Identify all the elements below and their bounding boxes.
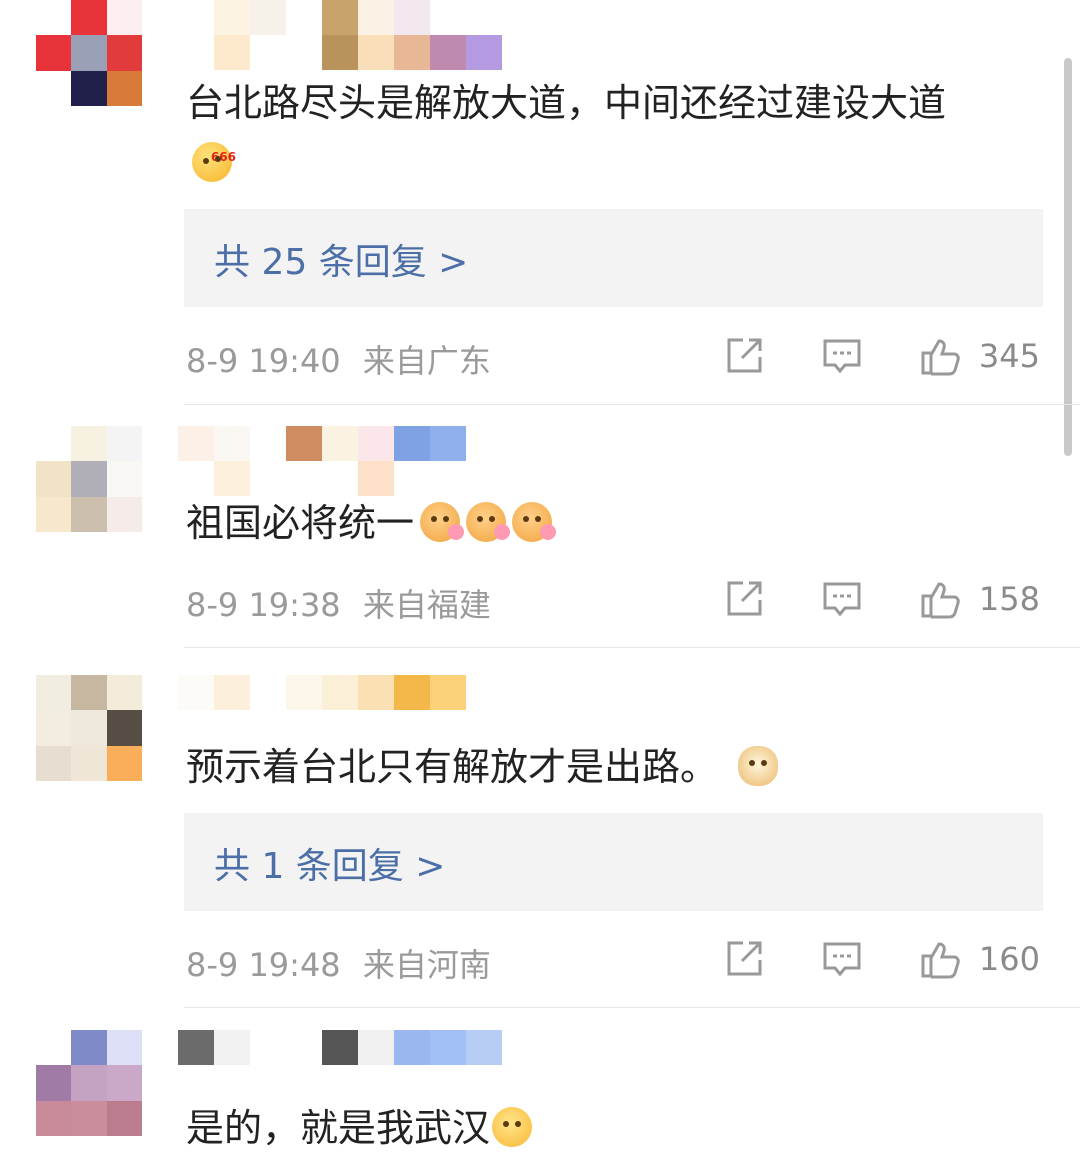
comment-time: 8-9 19:48 [186,946,341,984]
reply-summary[interactable]: 共 25 条回复 > [184,209,1043,307]
comment-emoji-row: 666 [186,138,236,188]
comment-time: 8-9 19:38 [186,586,341,624]
reply-summary[interactable]: 共 1 条回复 > [184,813,1043,911]
comment-location: 来自广东 [362,342,491,380]
flower-face-emoji [466,502,511,542]
comment-icon[interactable] [821,335,863,377]
comment-icon[interactable] [821,938,863,980]
reply-count-link[interactable]: 共 25 条回复 > [214,233,468,285]
username-pixelated[interactable] [178,0,508,70]
comment-meta: 8-9 19:48 来自河南 [186,940,491,986]
comment-location: 来自福建 [362,586,491,624]
avatar[interactable] [36,426,142,532]
like-icon[interactable] [919,335,961,377]
flower-face-emoji [420,502,465,542]
reply-count-link[interactable]: 共 1 条回复 > [214,837,445,889]
username-pixelated[interactable] [178,1030,508,1100]
like-count: 158 [978,580,1040,618]
comment-location: 来自河南 [362,946,491,984]
avatar[interactable] [36,675,142,781]
divider [184,1007,1080,1008]
avatar[interactable] [36,0,142,106]
666-thumbs-emoji: 666 [192,142,236,182]
avatar[interactable] [36,1030,142,1136]
doge-emoji [738,746,779,786]
share-icon[interactable] [723,578,765,620]
like-count: 160 [978,940,1040,978]
smile-emoji [492,1107,533,1147]
comment-text: 祖国必将统一 [186,498,557,548]
divider [184,404,1080,405]
divider [184,647,1080,648]
like-icon[interactable] [919,938,961,980]
comment-meta: 8-9 19:40 来自广东 [186,336,491,382]
share-icon[interactable] [723,938,765,980]
comment-meta: 8-9 19:38 来自福建 [186,580,491,626]
comment-actions: 158 [667,575,1040,623]
comment-text: 是的，就是我武汉 [186,1103,533,1153]
username-pixelated[interactable] [178,426,508,496]
like-icon[interactable] [919,578,961,620]
comment-icon[interactable] [821,578,863,620]
comment-time: 8-9 19:40 [186,342,341,380]
like-count: 345 [978,337,1040,375]
comment-actions: 160 [667,935,1040,983]
comment-actions: 345 [667,332,1040,380]
comment-text: 台北路尽头是解放大道，中间还经过建设大道 [186,81,947,125]
share-icon[interactable] [723,335,765,377]
username-pixelated[interactable] [178,675,508,745]
comment-text: 预示着台北只有解放才是出路。 [186,742,779,792]
scrollbar[interactable] [1064,58,1072,456]
flower-face-emoji [512,502,557,542]
